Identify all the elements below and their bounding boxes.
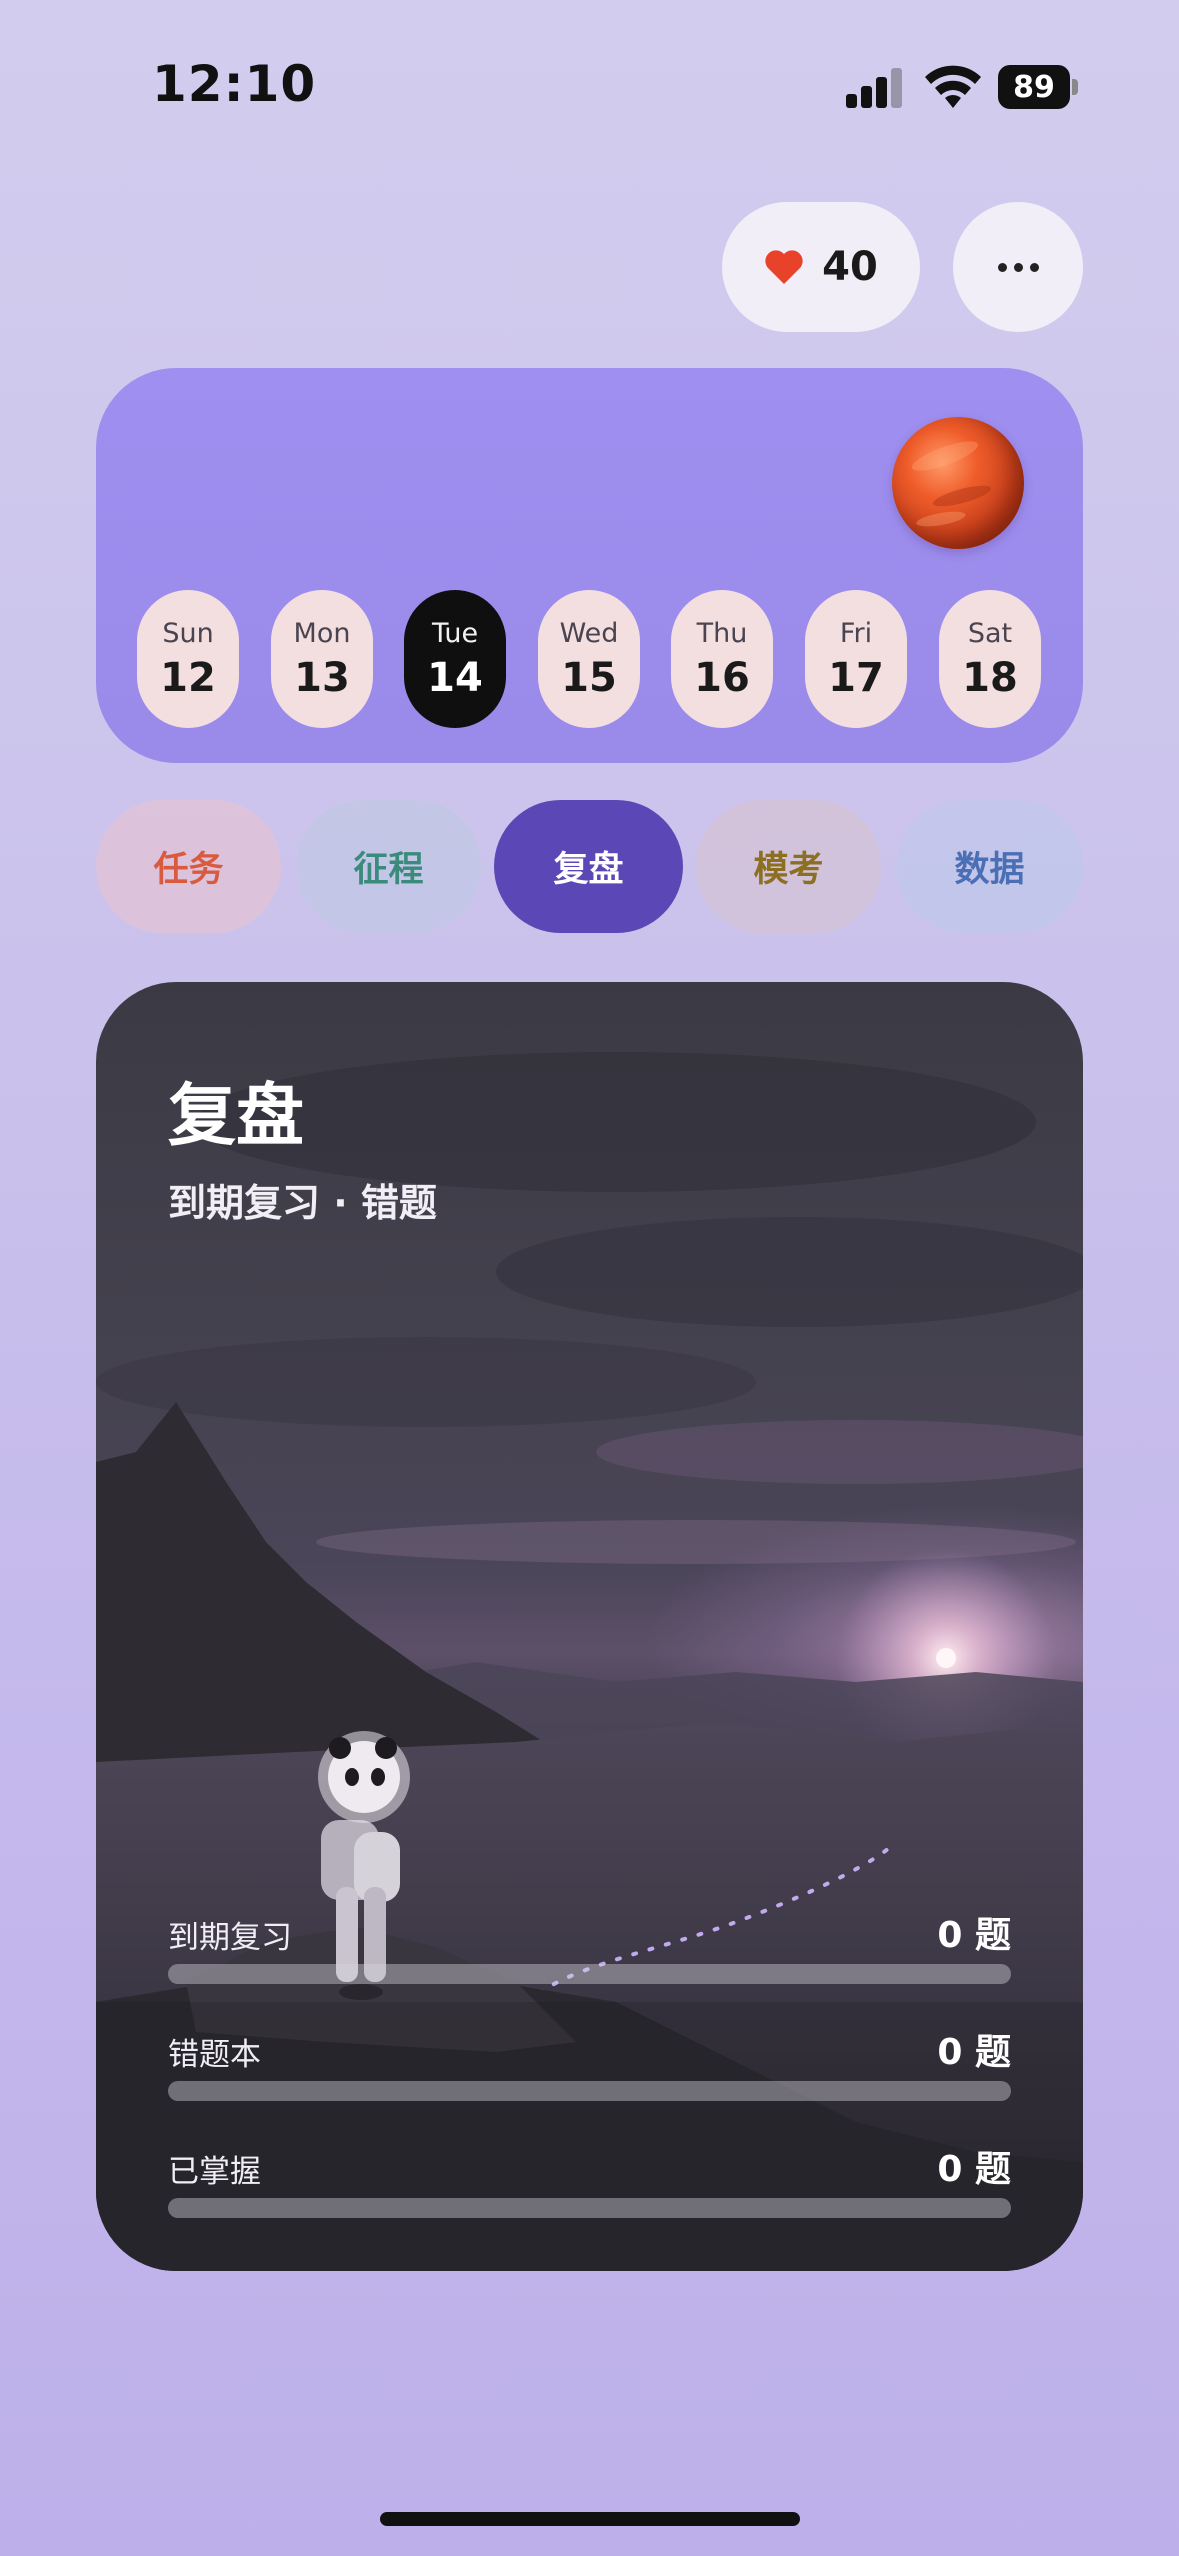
likes-button[interactable]: 40 [722,202,920,332]
likes-count: 40 [822,244,878,290]
heart-icon [765,250,803,284]
cellular-signal-icon [846,68,904,108]
battery-icon: 89 [998,65,1078,109]
tab-task[interactable]: 任务 [96,800,281,933]
stat-value: 0 题 [937,2149,1011,2190]
review-subtitle: 到期复习 · 错题 [168,1181,437,1225]
status-time: 12:10 [152,55,317,113]
day-pill-fri[interactable]: Fri 17 [805,590,907,728]
stat-value: 0 题 [937,1915,1011,1956]
stat-label: 已掌握 [168,2154,261,2190]
day-pill-sat[interactable]: Sat 18 [939,590,1041,728]
day-pill-sun[interactable]: Sun 12 [137,590,239,728]
review-title: 复盘 [168,1077,305,1156]
stat-value: 0 题 [937,2032,1011,2073]
stat-label: 错题本 [168,2037,261,2073]
more-icon [997,262,1007,272]
stat-due-review[interactable]: 到期复习 0 题 [168,1912,1011,2002]
stat-label: 到期复习 [168,1920,292,1956]
wifi-icon [925,65,981,108]
tab-journey[interactable]: 征程 [296,800,481,933]
progress-bar [168,2198,1011,2218]
day-pill-wed[interactable]: Wed 15 [538,590,640,728]
more-options-button[interactable] [953,202,1083,332]
progress-bar [168,1964,1011,1984]
battery-level: 89 [1013,69,1055,105]
status-bar: 12:10 89 [0,0,1179,150]
planet-icon[interactable] [892,417,1024,549]
day-pill-tue-selected[interactable]: Tue 14 [404,590,506,728]
stat-wrong-answers[interactable]: 错题本 0 题 [168,2029,1011,2119]
day-pill-thu[interactable]: Thu 16 [671,590,773,728]
stat-mastered[interactable]: 已掌握 0 题 [168,2146,1011,2236]
tab-data[interactable]: 数据 [896,800,1083,933]
tab-review-active[interactable]: 复盘 [494,800,683,933]
day-pill-mon[interactable]: Mon 13 [271,590,373,728]
home-indicator[interactable] [380,2512,800,2526]
review-card[interactable]: 复盘 到期复习 · 错题 到期复习 0 题 错题本 0 题 已掌握 0 题 [96,982,1083,2271]
progress-bar [168,2081,1011,2101]
tab-mock-exam[interactable]: 模考 [696,800,881,933]
